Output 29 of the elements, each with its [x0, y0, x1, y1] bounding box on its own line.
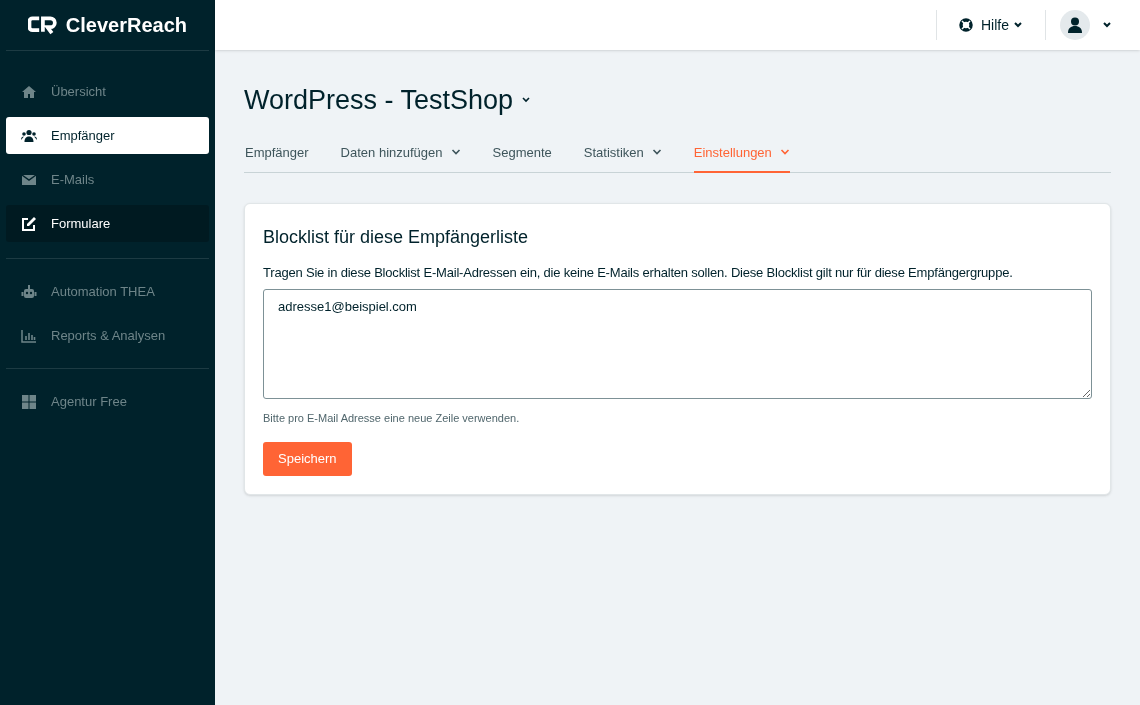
home-icon — [21, 83, 37, 100]
avatar-icon — [1060, 10, 1090, 40]
chevron-down-icon — [1102, 21, 1112, 29]
grid-icon — [21, 393, 37, 410]
lifebuoy-icon — [959, 18, 973, 32]
description: Tragen Sie in diese Blocklist E-Mail-Adressen ein, die keine E-Mails erhalten sollen. Diese Blocklist gilt nur für diese Empfängergruppe. — [263, 264, 1014, 282]
sidebar-item[interactable]: Agentur Free — [6, 383, 209, 420]
edit-icon — [21, 215, 37, 232]
sidebar-item[interactable]: Empfänger — [6, 117, 209, 154]
sidebar-item[interactable]: Formulare — [6, 205, 209, 242]
blocklist-textarea[interactable]: adresse1@beispiel.com — [263, 288, 1092, 399]
tab[interactable]: Segmente — [492, 142, 552, 173]
sidebar-item[interactable]: E-Mails — [6, 161, 209, 198]
users-icon — [21, 127, 37, 144]
sidebar-item[interactable]: Reports & Analysen — [6, 317, 209, 354]
page-title: WordPress - TestShop — [244, 84, 514, 117]
robot-icon — [21, 283, 37, 300]
chevron-down-icon — [1013, 21, 1023, 29]
bar-chart-icon — [21, 327, 37, 344]
sidebar-item[interactable]: Automation THEA — [6, 273, 209, 310]
chevron-down-icon[interactable] — [521, 96, 532, 105]
hint-text: Bitte pro E-Mail Adresse eine neue Zeile verwenden. — [263, 410, 521, 426]
logo-text: CleverReach — [65, 13, 187, 38]
tab[interactable]: Daten hinzufügen — [340, 142, 461, 173]
tab[interactable]: Statistiken — [583, 142, 662, 173]
sidebar-item[interactable]: Übersicht — [6, 73, 209, 110]
help-button[interactable]: Hilfe — [937, 14, 1045, 36]
tab[interactable]: Empfänger — [245, 142, 309, 173]
card-title: Blocklist für diese Empfängerliste — [263, 226, 530, 249]
